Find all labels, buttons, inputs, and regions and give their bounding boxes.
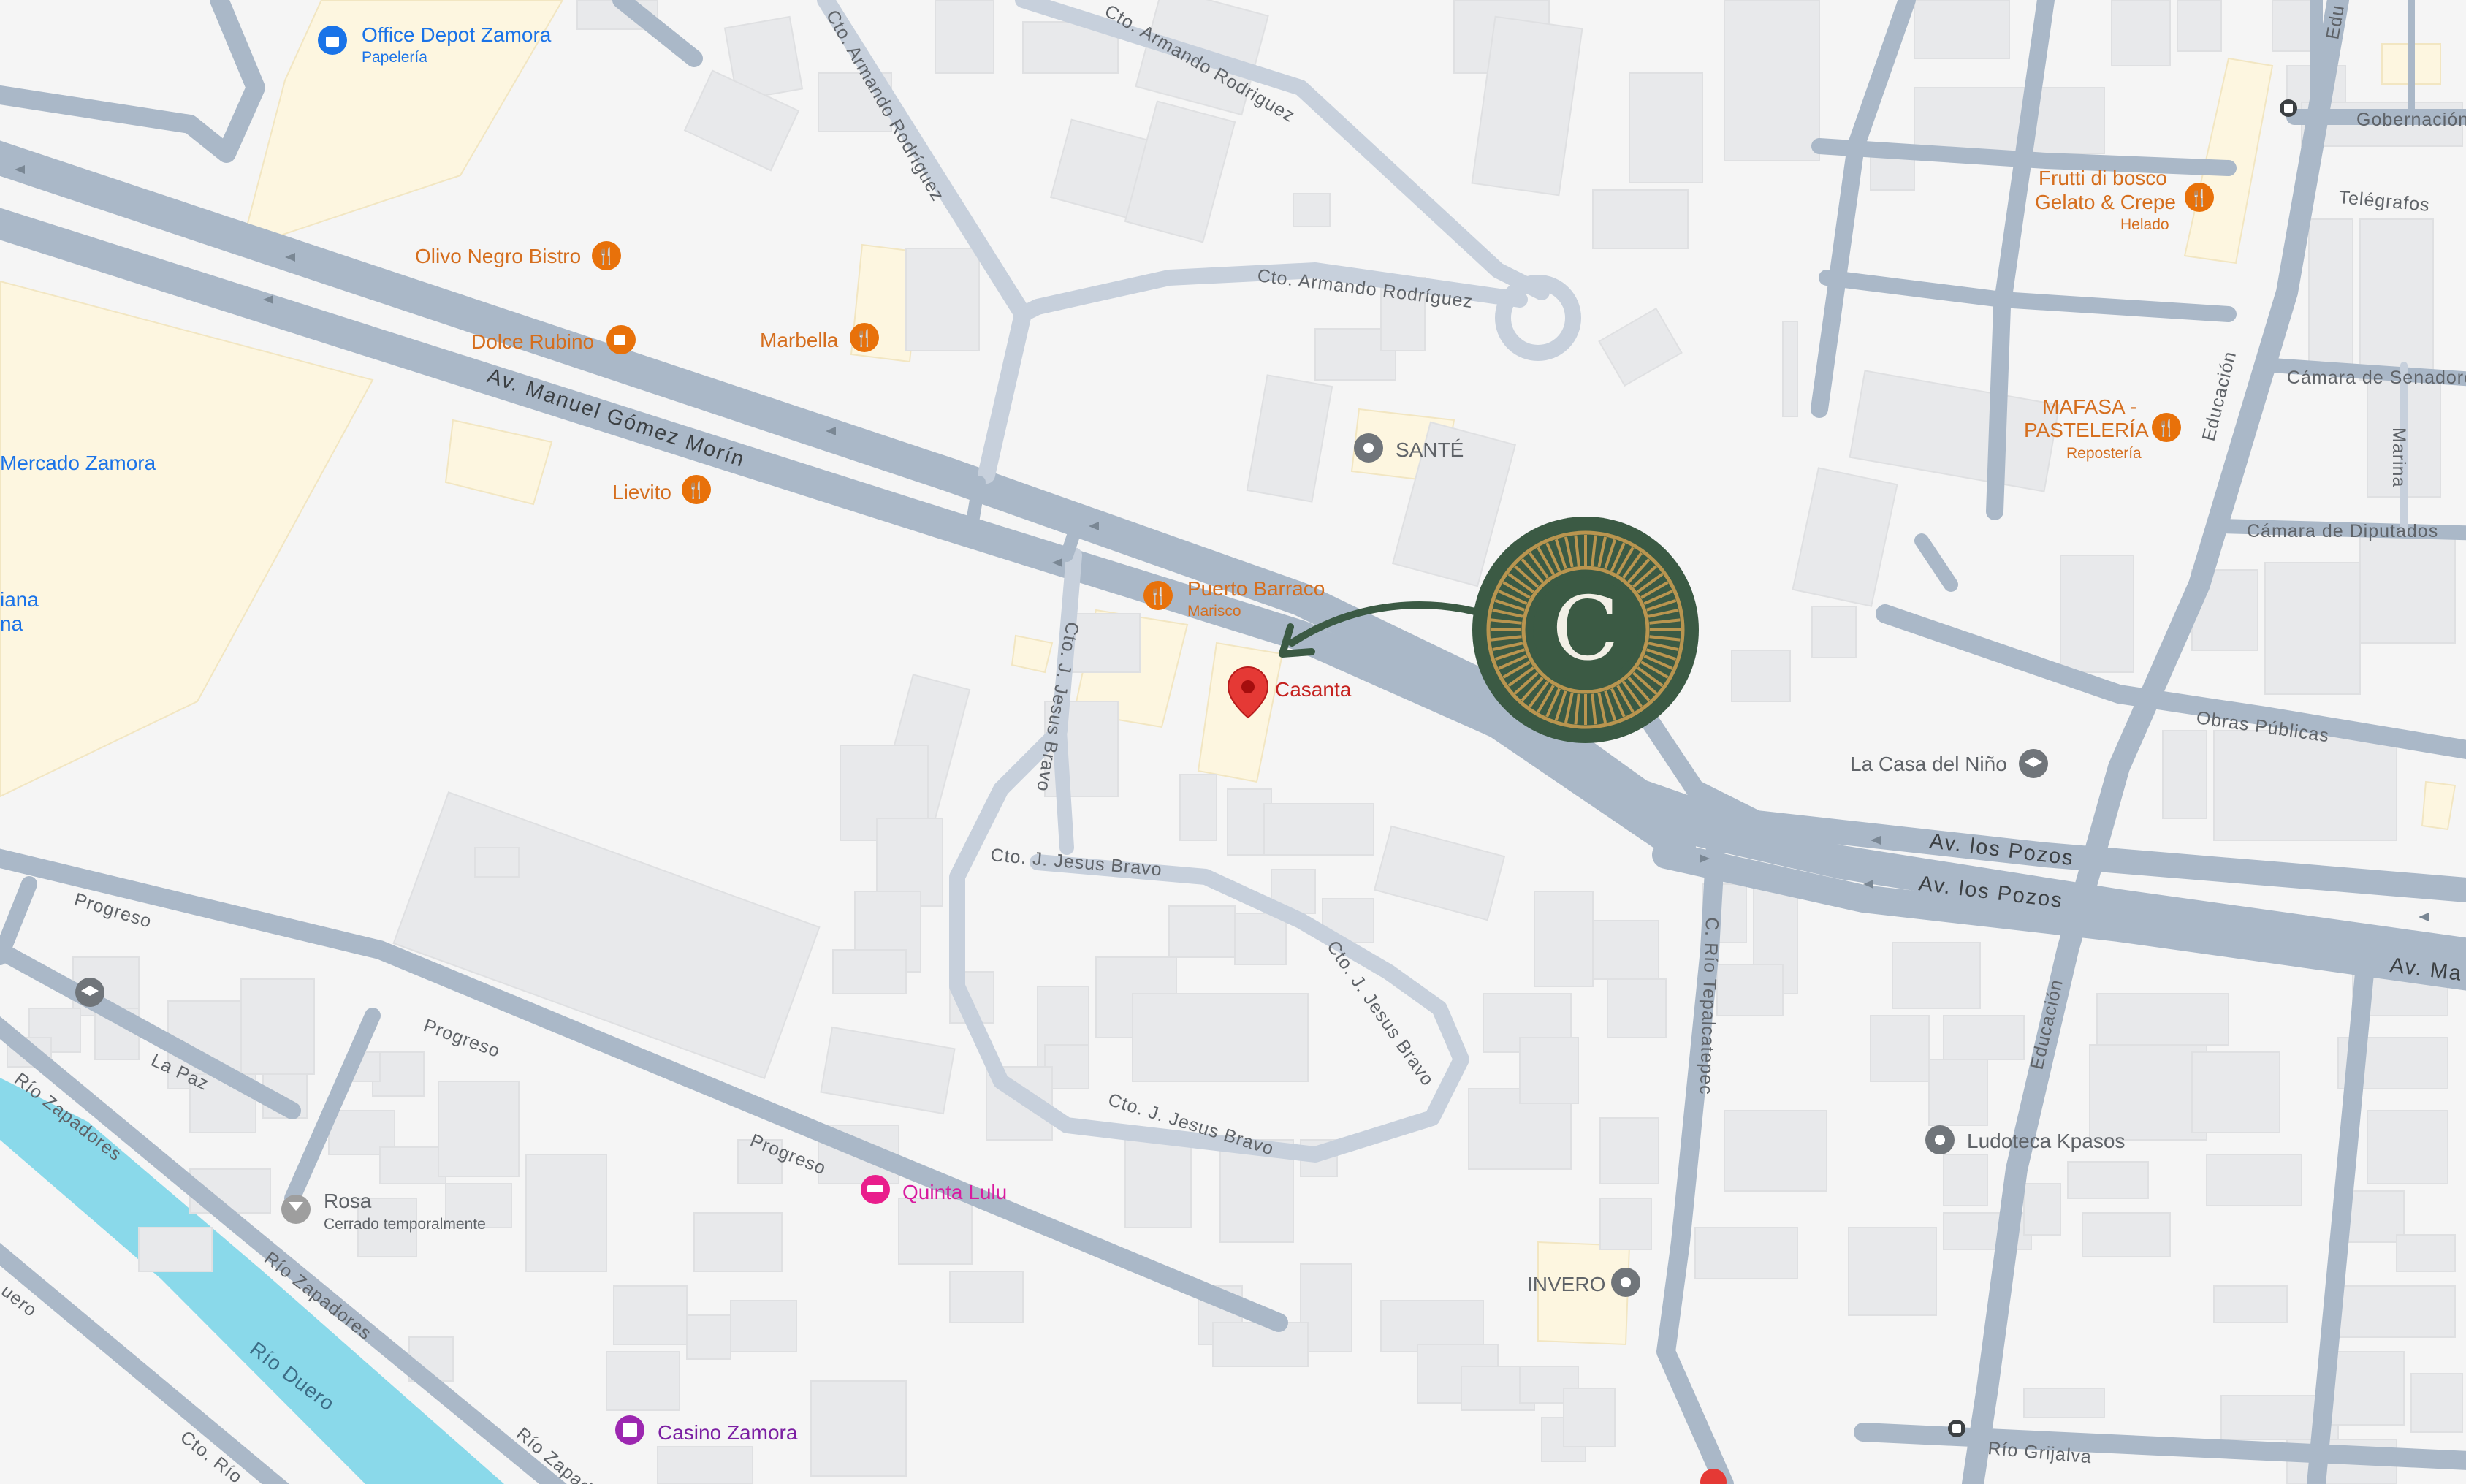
svg-text:🍴: 🍴 [596, 247, 616, 266]
poi-frutti-sub: Helado [2120, 216, 2169, 233]
svg-text:🍴: 🍴 [854, 329, 874, 348]
poi-marbella-name: Marbella [760, 329, 839, 351]
poi-iana-name[interactable]: iana [0, 588, 39, 611]
poi-rosa-sub: Cerrado temporalmente [324, 1216, 486, 1233]
svg-text:🍴: 🍴 [686, 481, 706, 500]
poi-office-depot-name: Office Depot Zamora [362, 23, 552, 46]
poi-sante-name: SANTÉ [1396, 438, 1464, 461]
poi-dolce-rubino-name: Dolce Rubino [471, 330, 594, 353]
poi-casanta-name: Casanta [1275, 678, 1352, 701]
road-label-marina: Marina [2389, 427, 2409, 487]
poi-quinta-lulu-name: Quinta Lulu [902, 1181, 1007, 1203]
poi-na-name[interactable]: na [0, 612, 23, 635]
road-label-gobernacion: Gobernación [2356, 110, 2466, 130]
poi-mafasa-name: MAFASA - [2042, 395, 2136, 418]
svg-text:🍴: 🍴 [2189, 189, 2209, 208]
map-canvas[interactable]: Av. Manuel Gómez Morín Av. los Pozos Av.… [0, 0, 2466, 1484]
poi-ludoteca-name: Ludoteca Kpasos [1967, 1130, 2125, 1152]
poi-school-left[interactable] [75, 978, 104, 1007]
poi-la-casa-name: La Casa del Niño [1850, 753, 2007, 775]
casanta-logo[interactable]: C [1472, 517, 1699, 743]
poi-mafasa-name2: PASTELERÍA [2024, 419, 2149, 441]
logo-letter: C [1552, 579, 1619, 680]
poi-lievito-name: Lievito [612, 481, 671, 503]
poi-frutti-name2: Gelato & Crepe [2035, 191, 2176, 213]
poi-rosa-name: Rosa [324, 1190, 372, 1212]
poi-mercado-zamora-name[interactable]: Mercado Zamora [0, 452, 156, 474]
poi-office-depot-sub: Papelería [362, 49, 427, 66]
poi-mafasa-sub: Repostería [2066, 445, 2142, 462]
poi-olivo-negro-name: Olivo Negro Bistro [415, 245, 581, 267]
poi-puerto-barraco-name: Puerto Barraco [1187, 577, 1325, 600]
poi-invero-name: INVERO [1527, 1273, 1605, 1295]
poi-puerto-barraco-sub: Marisco [1187, 603, 1241, 620]
poi-casino-zamora-name: Casino Zamora [658, 1421, 798, 1444]
svg-text:🍴: 🍴 [1148, 587, 1168, 606]
road-label-camara-de-senadores: Cámara de Senadores [2287, 368, 2466, 388]
poi-frutti-name: Frutti di bosco [2039, 167, 2167, 189]
svg-text:🍴: 🍴 [2156, 419, 2176, 438]
road-label-camara-de-diputados: Cámara de Diputados [2247, 521, 2438, 541]
